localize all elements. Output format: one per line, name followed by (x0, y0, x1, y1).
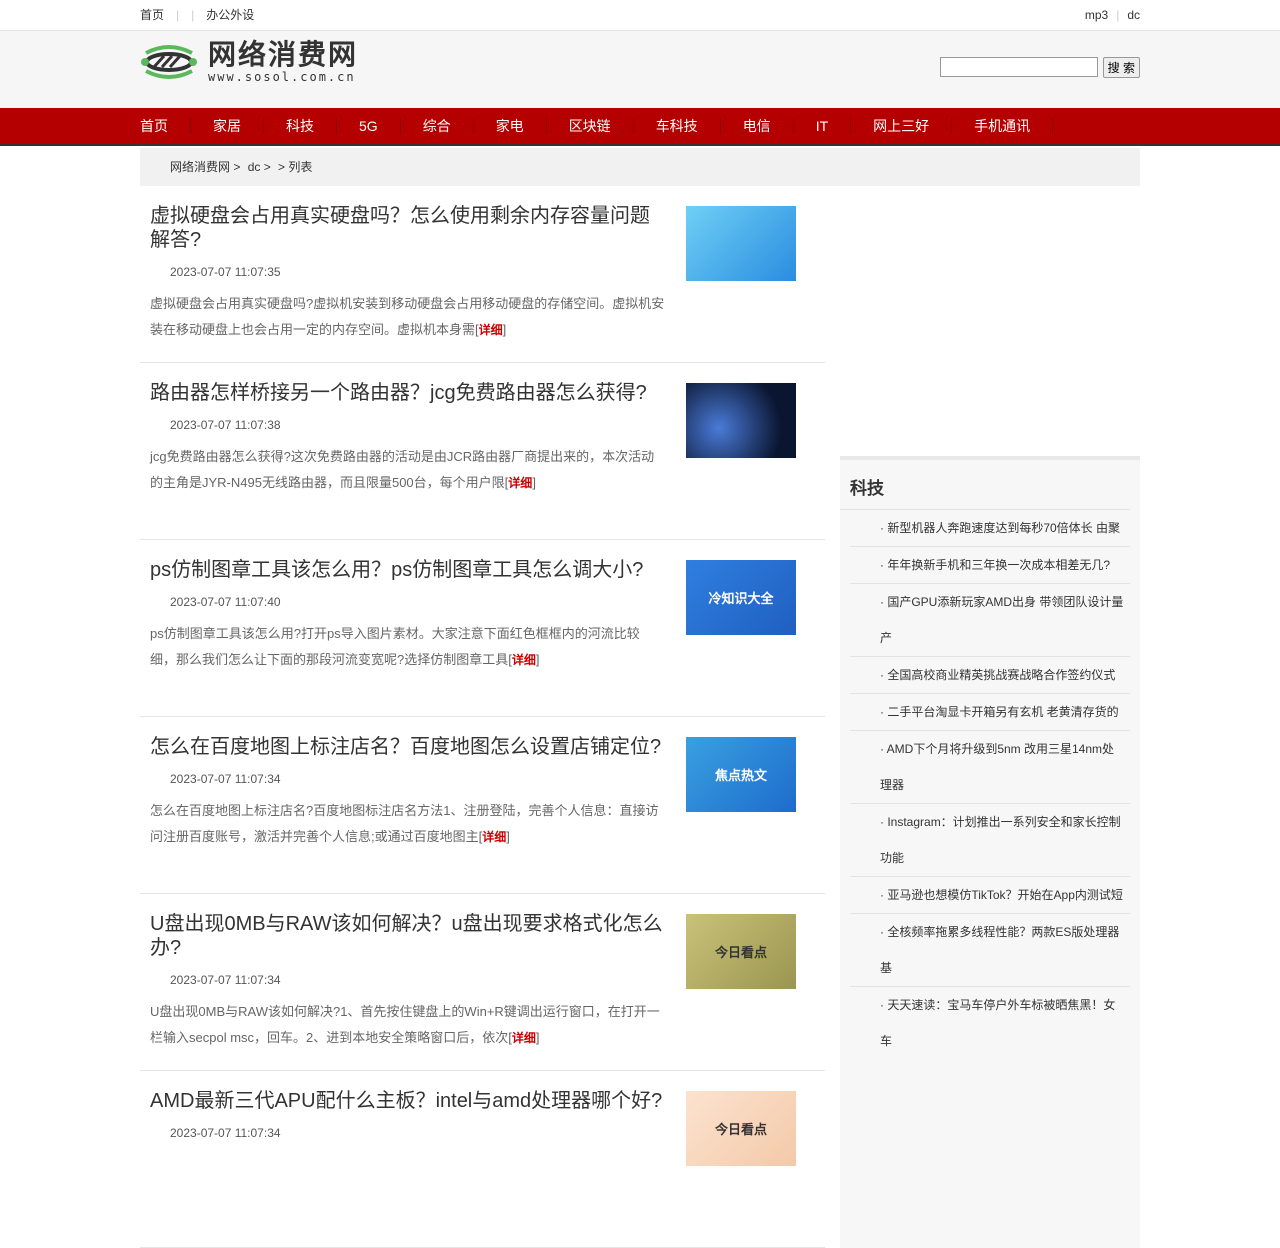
header: 网络消费网 www.sosol.com.cn 搜 索 (0, 31, 1280, 108)
top-link-mp3[interactable]: mp3 (1085, 8, 1108, 22)
article-thumbnail[interactable]: 今日看点 (686, 914, 796, 989)
nav-item[interactable]: 车科技 (656, 118, 721, 134)
article-thumbnail[interactable] (686, 206, 796, 281)
main-nav: 首页 家居 科技 5G 综合 家电 区块链 车科技 电信 IT 网上三好 手机通讯 (0, 108, 1280, 146)
logo-title: 网络消费网 (208, 39, 359, 70)
article-summary: ps仿制图章工具该怎么用?打开ps导入图片素材。大家注意下面红色框框内的河流比较… (150, 626, 640, 667)
sidebar-news-item[interactable]: · 全核频率拖累多线程性能？两款ES版处理器基 (850, 914, 1130, 987)
breadcrumb-home[interactable]: 网络消费网 > (170, 160, 240, 174)
article-summary: jcg免费路由器怎么获得?这次免费路由器的活动是由JCR路由器厂商提出来的，本次… (150, 449, 655, 490)
thumbnail-caption: 今日看点 (714, 1122, 767, 1137)
sidebar-news-item[interactable]: · 新型机器人奔跑速度达到每秒70倍体长 由聚 (850, 510, 1130, 547)
article-title[interactable]: 虚拟硬盘会占用真实硬盘吗？怎么使用剩余内存容量问题解答? (150, 204, 665, 252)
nav-item[interactable]: 综合 (423, 118, 474, 134)
article-summary: U盘出现0MB与RAW该如何解决?1、首先按住键盘上的Win+R键调出运行窗口，… (150, 1004, 660, 1045)
article-item: ps仿制图章工具该怎么用？ps仿制图章工具怎么调大小? 2023-07-07 1… (140, 540, 825, 717)
nav-item[interactable]: 5G (359, 118, 401, 134)
article-item: AMD最新三代APU配什么主板？intel与amd处理器哪个好? 2023-07… (140, 1071, 825, 1248)
sidebar-news-item[interactable]: · Instagram：计划推出一系列安全和家长控制功能 (850, 804, 1130, 877)
top-link-dc[interactable]: dc (1127, 8, 1140, 22)
sidebar-news-link[interactable]: · 全国高校商业精英挑战赛战略合作签约仪式 (880, 668, 1115, 682)
top-link-office[interactable]: 办公外设 (206, 8, 254, 22)
summary-text: jcg免费路由器怎么获得?这次免费路由器的活动是由JCR路由器厂商提出来的，本次… (150, 449, 655, 490)
read-more-link[interactable]: 详细 (512, 653, 536, 667)
thumbnail-caption: 冷知识大全 (708, 591, 774, 606)
read-more-link[interactable]: 详细 (508, 476, 532, 490)
nav-item[interactable]: 区块链 (569, 118, 634, 134)
nav-item[interactable]: 首页 (140, 118, 191, 134)
article-summary: 虚拟硬盘会占用真实硬盘吗?虚拟机安装到移动硬盘会占用移动硬盘的存储空间。虚拟机安… (150, 296, 665, 337)
sidebar-news-link[interactable]: · 年年换新手机和三年换一次成本相差无几? (880, 558, 1110, 572)
breadcrumb: 网络消费网 > dc > > 列表 (140, 148, 1140, 186)
nav-item[interactable]: 网上三好 (873, 118, 953, 134)
article-title[interactable]: AMD最新三代APU配什么主板？intel与amd处理器哪个好? (150, 1089, 665, 1113)
article-title[interactable]: U盘出现0MB与RAW该如何解决？u盘出现要求格式化怎么办? (150, 912, 665, 960)
search-input[interactable] (939, 57, 1098, 77)
article-thumbnail[interactable]: 今日看点 (686, 1091, 796, 1166)
thumbnail-caption: 焦点热文 (714, 768, 767, 783)
top-link-home[interactable]: 首页 (140, 8, 164, 22)
nav-item[interactable]: 家居 (213, 118, 264, 134)
thumbnail-caption: 今日看点 (714, 945, 767, 960)
article-item: U盘出现0MB与RAW该如何解决？u盘出现要求格式化怎么办? 2023-07-0… (140, 894, 825, 1071)
nav-item[interactable]: 家电 (496, 118, 547, 134)
logo[interactable]: 网络消费网 www.sosol.com.cn (140, 39, 358, 85)
sidebar-news-link[interactable]: · 国产GPU添新玩家AMD出身 带领团队设计量产 (880, 595, 1123, 645)
sidebar-news-link[interactable]: · 新型机器人奔跑速度达到每秒70倍体长 由聚 (880, 521, 1120, 535)
article-item: 虚拟硬盘会占用真实硬盘吗？怎么使用剩余内存容量问题解答? 2023-07-07 … (140, 186, 825, 363)
sidebar-news-link[interactable]: · 二手平台淘显卡开箱另有玄机 老黄清存货的 (880, 705, 1119, 719)
nav-item[interactable]: 手机通讯 (974, 118, 1054, 134)
nav-item[interactable]: 科技 (286, 118, 337, 134)
article-title[interactable]: 路由器怎样桥接另一个路由器？jcg免费路由器怎么获得? (150, 381, 665, 405)
article-thumbnail[interactable]: 冷知识大全 (686, 560, 796, 635)
sidebar-news-item[interactable]: · 二手平台淘显卡开箱另有玄机 老黄清存货的 (850, 694, 1130, 731)
sidebar-news-item[interactable]: · 亚马逊也想模仿TikTok？开始在App内测试短 (850, 877, 1130, 914)
nav-item[interactable]: 电信 (743, 118, 794, 134)
article-title[interactable]: 怎么在百度地图上标注店名？百度地图怎么设置店铺定位? (150, 735, 665, 759)
sidebar-news-link[interactable]: · 天天速读：宝马车停户外车标被晒焦黑！女车 (880, 998, 1115, 1048)
breadcrumb-list: > 列表 (278, 160, 313, 174)
summary-text: U盘出现0MB与RAW该如何解决?1、首先按住键盘上的Win+R键调出运行窗口，… (150, 1004, 660, 1045)
sidebar-news-link[interactable]: · AMD下个月将升级到5nm 改用三星14nm处理器 (880, 742, 1114, 792)
nav-item[interactable]: IT (816, 118, 852, 134)
sidebar-news-link[interactable]: · 亚马逊也想模仿TikTok？开始在App内测试短 (880, 888, 1123, 902)
sidebar-news-item[interactable]: · 全国高校商业精英挑战赛战略合作签约仪式 (850, 657, 1130, 694)
article-item: 路由器怎样桥接另一个路由器？jcg免费路由器怎么获得? 2023-07-07 1… (140, 363, 825, 540)
sidebar-news-item[interactable]: · 国产GPU添新玩家AMD出身 带领团队设计量产 (850, 584, 1130, 657)
article-summary: 怎么在百度地图上标注店名?百度地图标注店名方法1、注册登陆，完善个人信息：直接访… (150, 803, 659, 844)
article-list: 虚拟硬盘会占用真实硬盘吗？怎么使用剩余内存容量问题解答? 2023-07-07 … (140, 186, 825, 1248)
summary-text: 怎么在百度地图上标注店名?百度地图标注店名方法1、注册登陆，完善个人信息：直接访… (150, 803, 659, 844)
article-thumbnail[interactable] (686, 383, 796, 458)
sidebar-title: 科技 (840, 460, 1130, 510)
read-more-link[interactable]: 详细 (479, 323, 503, 337)
read-more-link[interactable]: 详细 (482, 830, 506, 844)
summary-text: ps仿制图章工具该怎么用?打开ps导入图片素材。大家注意下面红色框框内的河流比较… (150, 626, 640, 667)
sidebar-tech: 科技 · 新型机器人奔跑速度达到每秒70倍体长 由聚 · 年年换新手机和三年换一次… (840, 456, 1140, 1248)
sidebar-news-item[interactable]: · 天天速读：宝马车停户外车标被晒焦黑！女车 (850, 987, 1130, 1059)
search-button[interactable]: 搜 索 (1102, 57, 1140, 78)
article-thumbnail[interactable]: 焦点热文 (686, 737, 796, 812)
article-item: 怎么在百度地图上标注店名？百度地图怎么设置店铺定位? 2023-07-07 11… (140, 717, 825, 894)
sidebar-news-item[interactable]: · 年年换新手机和三年换一次成本相差无几? (850, 547, 1130, 584)
logo-url: www.sosol.com.cn (208, 70, 356, 84)
sidebar-news-link[interactable]: · 全核频率拖累多线程性能？两款ES版处理器基 (880, 925, 1119, 975)
search-form: 搜 索 (939, 57, 1140, 78)
sidebar-news-item[interactable]: · AMD下个月将升级到5nm 改用三星14nm处理器 (850, 731, 1130, 804)
logo-icon (141, 45, 197, 79)
sidebar-news-link[interactable]: · Instagram：计划推出一系列安全和家长控制功能 (880, 815, 1121, 865)
summary-text: 虚拟硬盘会占用真实硬盘吗?虚拟机安装到移动硬盘会占用移动硬盘的存储空间。虚拟机安… (150, 296, 665, 337)
article-title[interactable]: ps仿制图章工具该怎么用？ps仿制图章工具怎么调大小? (150, 558, 665, 582)
read-more-link[interactable]: 详细 (512, 1031, 536, 1045)
top-bar: 首页 | | 办公外设 mp3 | dc (0, 0, 1280, 31)
breadcrumb-dc[interactable]: dc > (248, 160, 271, 174)
